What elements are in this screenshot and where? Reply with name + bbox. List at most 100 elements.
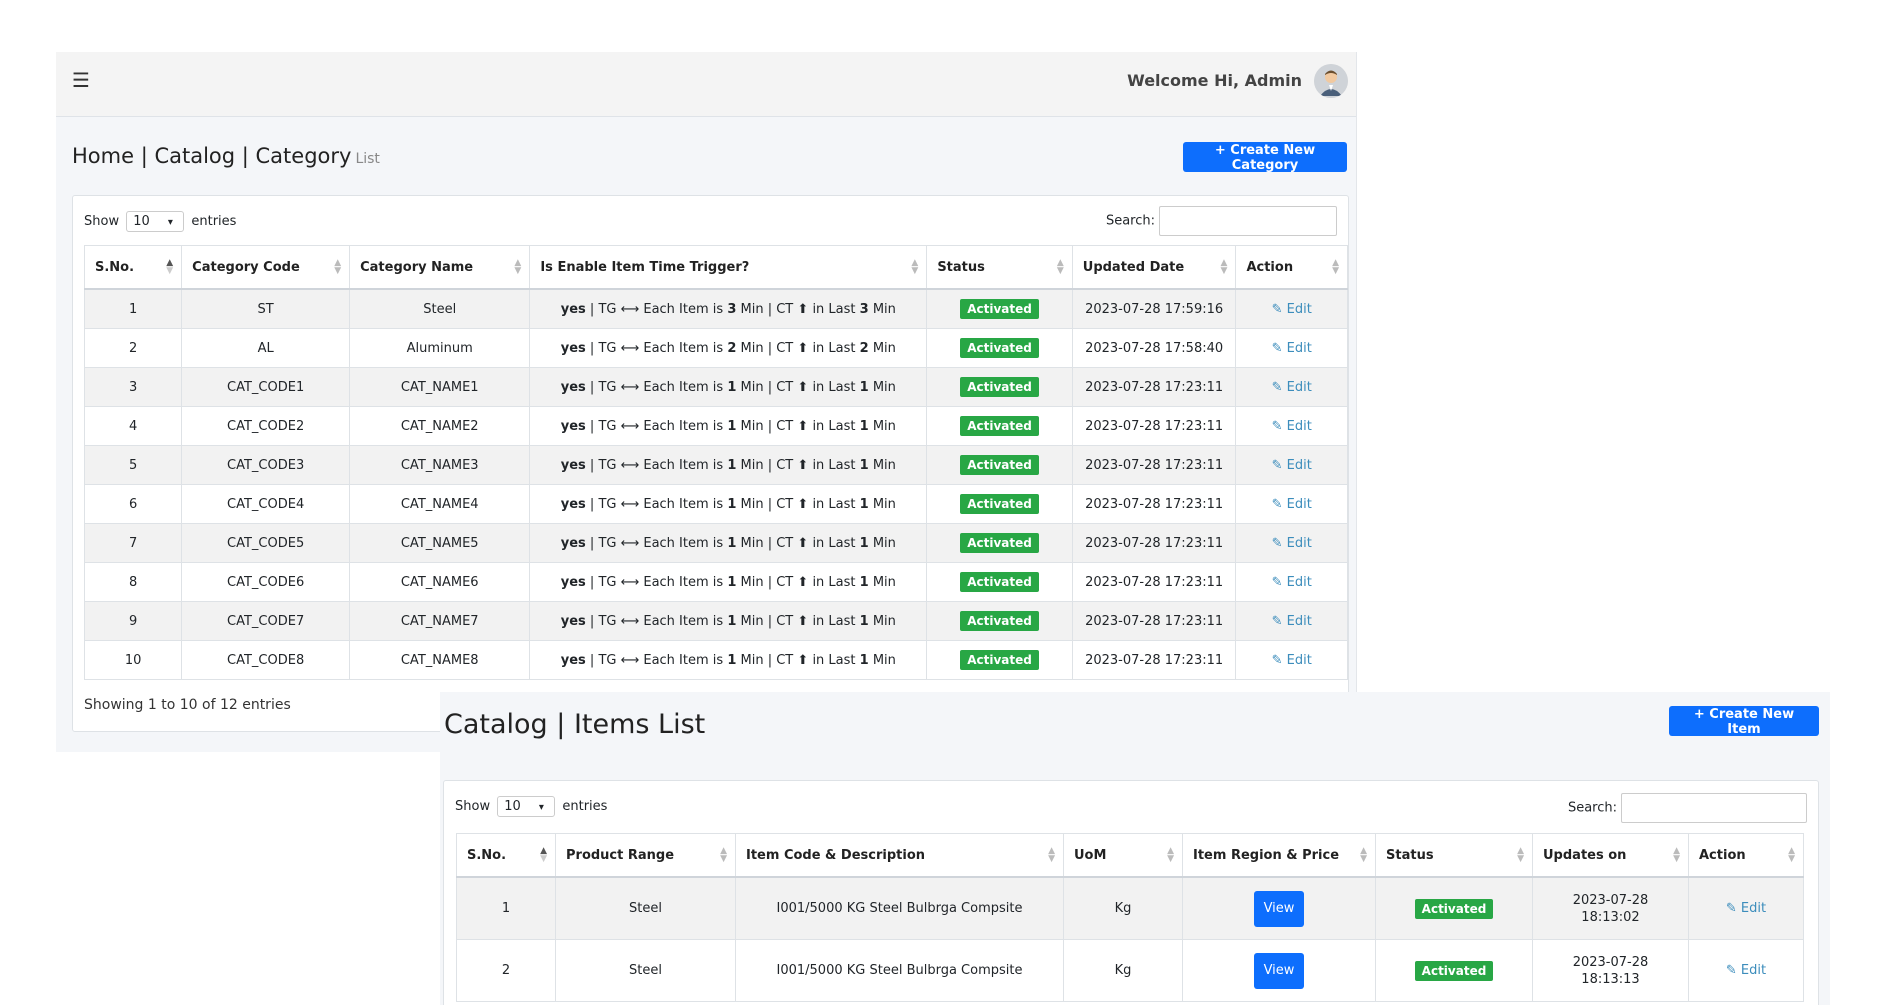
entries-select[interactable]: 10 ▾ <box>497 796 556 817</box>
trigger-min: Min <box>740 457 764 473</box>
arrow-up-icon: ⬆ <box>793 496 813 512</box>
trigger-ct-label: CT <box>776 457 794 473</box>
create-item-button[interactable]: + Create New Item <box>1669 706 1819 737</box>
cell-action: ✎ Edit <box>1235 601 1348 641</box>
edit-link[interactable]: ✎ Edit <box>1272 614 1312 629</box>
updated-date: 2023-07-28 <box>1572 892 1649 908</box>
cell-status: Activated <box>1375 876 1533 940</box>
table-row: 5 CAT_CODE3 CAT_NAME3 yes | TG ⟷ Each Item … <box>83 445 1348 485</box>
trigger-in-last: in Last <box>812 379 856 395</box>
trigger-each-item: Each Item is <box>643 379 724 395</box>
edit-link[interactable]: ✎ Edit <box>1726 963 1766 978</box>
trigger-min: Min <box>740 418 764 434</box>
column-header[interactable]: Status ▲ ▼ <box>926 245 1073 290</box>
view-button[interactable]: View <box>1253 890 1305 927</box>
edit-link[interactable]: ✎ Edit <box>1272 497 1312 512</box>
hamburger-icon[interactable]: ☰ <box>72 68 90 92</box>
edit-link[interactable]: ✎ Edit <box>1272 419 1312 434</box>
search-input[interactable] <box>1159 206 1337 236</box>
search-input[interactable] <box>1621 793 1807 823</box>
column-header[interactable]: UoM ▲ ▼ <box>1063 833 1183 878</box>
user-avatar-icon[interactable] <box>1314 64 1348 98</box>
column-header[interactable]: S.No. ▲ ▼ <box>456 833 556 878</box>
cell-updated-date: 2023-07-28 17:23:11 <box>1071 523 1237 563</box>
view-button[interactable]: View <box>1253 952 1305 989</box>
trigger-tg-label: TG <box>598 652 617 668</box>
cell-updated-date: 2023-07-28 17:23:11 <box>1071 601 1237 641</box>
cell-sno: 3 <box>83 367 183 407</box>
status-badge: Activated <box>960 533 1039 553</box>
edit-link[interactable]: ✎ Edit <box>1272 575 1312 590</box>
edit-link[interactable]: ✎ Edit <box>1272 536 1312 551</box>
table-header-row: S.No. ▲ ▼ Category Code ▲ ▼ Category Name ▲ ▼ … <box>83 245 1348 290</box>
cell-category-name: Aluminum <box>349 328 531 368</box>
trigger-min: Min <box>740 613 764 629</box>
cell-sno: 6 <box>83 484 183 524</box>
trigger-enabled: yes <box>560 418 586 434</box>
edit-link[interactable]: ✎ Edit <box>1272 653 1312 668</box>
edit-label: Edit <box>1286 652 1312 668</box>
trigger-enabled: yes <box>560 340 586 356</box>
sort-icon: ▲ ▼ <box>1517 846 1524 864</box>
create-category-button[interactable]: + Create New Category <box>1183 142 1347 173</box>
edit-icon: ✎ <box>1725 901 1741 916</box>
top-navbar: ☰ Welcome Hi, Admin <box>56 52 1356 117</box>
arrow-up-icon: ⬆ <box>793 457 813 473</box>
column-header[interactable]: Category Name ▲ ▼ <box>349 245 531 290</box>
cell-action: ✎ Edit <box>1235 406 1348 446</box>
sort-icon: ▲ ▼ <box>1048 846 1055 864</box>
trigger-tg-label: TG <box>598 301 617 317</box>
arrow-up-icon: ⬆ <box>793 340 813 356</box>
trigger-min: Min <box>872 457 896 473</box>
cell-category-name: CAT_NAME5 <box>349 523 531 563</box>
column-header[interactable]: S.No. ▲ ▼ <box>83 245 183 290</box>
show-label: Show <box>84 214 120 229</box>
sort-icon: ▲ ▼ <box>1332 258 1339 276</box>
trigger-ct-value: 1 <box>859 496 869 512</box>
left-right-arrow-icon: ⟷ <box>616 574 644 590</box>
trigger-in-last: in Last <box>812 457 856 473</box>
left-right-arrow-icon: ⟷ <box>616 496 644 512</box>
items-table: S.No. ▲ ▼ Product Range ▲ ▼ Item Code & Desc… <box>456 833 1804 1002</box>
status-badge: Activated <box>960 494 1039 514</box>
edit-link[interactable]: ✎ Edit <box>1272 458 1312 473</box>
column-header[interactable]: Product Range ▲ ▼ <box>555 833 736 878</box>
cell-category-name: CAT_NAME7 <box>349 601 531 641</box>
sort-icon: ▲ ▼ <box>1673 846 1680 864</box>
column-header[interactable]: Updates on ▲ ▼ <box>1532 833 1689 878</box>
column-header[interactable]: Category Code ▲ ▼ <box>181 245 351 290</box>
cell-time-trigger: yes | TG ⟷ Each Item is 1 Min | CT ⬆ in … <box>529 406 928 446</box>
cell-status: Activated <box>926 562 1073 602</box>
column-header[interactable]: Updated Date ▲ ▼ <box>1071 245 1237 290</box>
column-header[interactable]: Is Enable Item Time Trigger? ▲ ▼ <box>529 245 928 290</box>
column-header[interactable]: Action ▲ ▼ <box>1688 833 1804 878</box>
cell-category-name: CAT_NAME2 <box>349 406 531 446</box>
edit-link[interactable]: ✎ Edit <box>1726 901 1766 916</box>
trigger-min: Min <box>872 340 896 356</box>
breadcrumb-path[interactable]: Home | Catalog | Category <box>72 144 351 168</box>
separator: | <box>585 301 599 317</box>
trigger-tg-value: 1 <box>727 418 737 434</box>
trigger-each-item: Each Item is <box>643 535 724 551</box>
cell-category-code: ST <box>181 288 351 329</box>
cell-time-trigger: yes | TG ⟷ Each Item is 1 Min | CT ⬆ in … <box>529 484 928 524</box>
edit-link[interactable]: ✎ Edit <box>1272 380 1312 395</box>
category-table: S.No. ▲ ▼ Category Code ▲ ▼ Category Name ▲ ▼ … <box>83 245 1348 680</box>
trigger-tg-label: TG <box>598 379 617 395</box>
updated-time: 18:13:13 <box>1581 971 1640 987</box>
edit-link[interactable]: ✎ Edit <box>1272 302 1312 317</box>
table-row: 8 CAT_CODE6 CAT_NAME6 yes | TG ⟷ Each Item … <box>83 562 1348 602</box>
sort-icon: ▲ ▼ <box>1360 846 1367 864</box>
column-header[interactable]: Item Region & Price ▲ ▼ <box>1182 833 1376 878</box>
cell-time-trigger: yes | TG ⟷ Each Item is 2 Min | CT ⬆ in … <box>529 328 928 368</box>
edit-link[interactable]: ✎ Edit <box>1272 341 1312 356</box>
trigger-in-last: in Last <box>812 613 856 629</box>
trigger-each-item: Each Item is <box>643 613 724 629</box>
cell-updated-on: 2023-07-28 18:13:02 <box>1532 876 1689 940</box>
column-header[interactable]: Item Code & Description ▲ ▼ <box>735 833 1064 878</box>
column-header[interactable]: Status ▲ ▼ <box>1375 833 1533 878</box>
entries-select[interactable]: 10 ▾ <box>126 211 185 232</box>
status-badge: Activated <box>960 338 1039 358</box>
arrow-up-icon: ⬆ <box>793 574 813 590</box>
column-header[interactable]: Action ▲ ▼ <box>1235 245 1348 290</box>
